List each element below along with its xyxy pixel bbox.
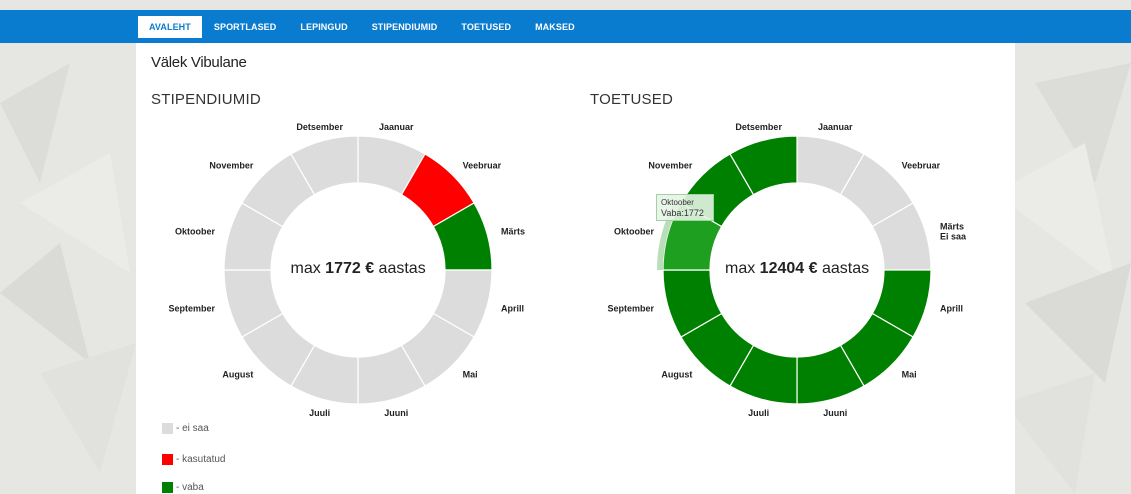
tooltip-value: Vaba:1772 [661, 208, 704, 218]
nav-item-toetused[interactable]: TOETUSED [449, 10, 523, 43]
legend-label: - vaba [176, 482, 204, 493]
background-pattern-left [0, 43, 136, 494]
month-label-detsember: Detsember [735, 122, 782, 132]
month-label-juuli: Juuli [748, 408, 769, 418]
month-label-juuni: Juuni [384, 408, 408, 418]
stipendiumid-center-text: max 1772 € aastas [290, 260, 426, 277]
legend-swatch-ei-saa [162, 423, 173, 434]
nav-item-avaleht[interactable]: AVALEHT [138, 15, 202, 38]
month-label-mai: Mai [902, 370, 917, 380]
month-label-detsember: Detsember [296, 122, 343, 132]
top-navbar: AVALEHT SPORTLASED LEPINGUD STIPENDIUMID… [0, 10, 1131, 43]
month-label-september: September [169, 303, 216, 313]
legend-item-vaba: - vaba [162, 482, 204, 493]
month-label-jaanuar: Jaanuar [818, 122, 853, 132]
month-label-november: November [648, 160, 693, 170]
month-label-mai: Mai [463, 370, 478, 380]
month-label-september: September [608, 303, 655, 313]
month-label-märts: Märts [501, 227, 525, 237]
nav-menu: AVALEHT SPORTLASED LEPINGUD STIPENDIUMID… [138, 10, 587, 43]
month-label-jaanuar: Jaanuar [379, 122, 414, 132]
month-label-november: November [209, 160, 254, 170]
month-label-juuni: Juuni [823, 408, 847, 418]
month-label-aprill: Aprill [501, 303, 524, 313]
month-label-veebruar: Veebruar [463, 160, 502, 170]
legend-item-kasutatud: - kasutatud [162, 454, 225, 465]
toetused-center-text: max 12404 € aastas [725, 260, 870, 277]
month-label-oktoober: Oktoober [614, 227, 655, 237]
month-label-august: August [661, 370, 692, 380]
main-content: Välek Vibulane STIPENDIUMID TOETUSED Jaa… [136, 43, 1015, 494]
nav-item-maksed[interactable]: MAKSED [523, 10, 587, 43]
month-label-märts: Märts Ei saa [940, 222, 967, 242]
legend-swatch-vaba [162, 482, 173, 493]
legend-label: - ei saa [176, 423, 209, 434]
nav-item-stipendiumid[interactable]: STIPENDIUMID [360, 10, 450, 43]
legend-swatch-kasutatud [162, 454, 173, 465]
legend-label: - kasutatud [176, 454, 226, 465]
background-pattern-right [995, 43, 1131, 494]
legend-item-ei-saa: - ei saa [162, 423, 209, 434]
nav-item-sportlased[interactable]: SPORTLASED [202, 10, 289, 43]
chart-tooltip: Oktoober Vaba:1772 [656, 194, 714, 221]
month-label-oktoober: Oktoober [175, 227, 216, 237]
month-label-august: August [222, 370, 253, 380]
month-label-veebruar: Veebruar [902, 160, 941, 170]
tooltip-title: Oktoober [661, 198, 694, 207]
nav-item-lepingud[interactable]: LEPINGUD [288, 10, 359, 43]
month-label-aprill: Aprill [940, 303, 963, 313]
month-label-juuli: Juuli [309, 408, 330, 418]
charts-canvas: Jaanuar Veebruar Märts Aprill Mai Juuni Juuli A… [169, 122, 967, 418]
